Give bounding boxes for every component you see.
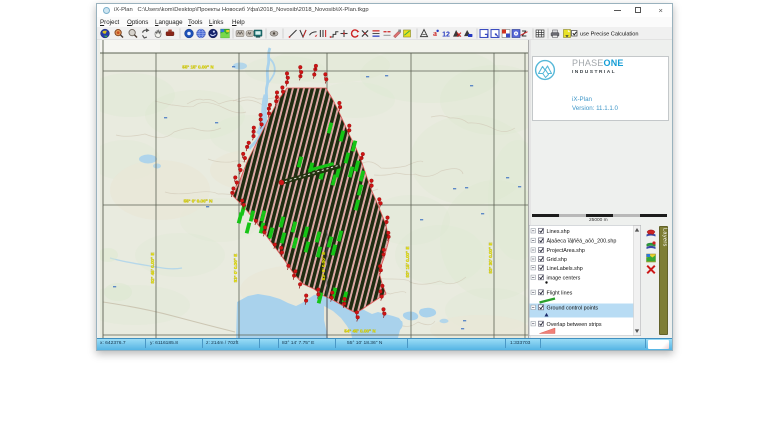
svg-text:LineLabels.shp: LineLabels.shp — [547, 266, 583, 272]
svg-text:83° 0' 0.00" E: 83° 0' 0.00" E — [321, 252, 326, 281]
svg-text:Āļaāeca īāļňēá_aōό_200.shp: Āļaāeca īāļňēá_aōό_200.shp — [547, 238, 617, 245]
svg-text:55° 15' 0.00" N: 55° 15' 0.00" N — [182, 65, 214, 70]
svg-text:Grid.shp: Grid.shp — [547, 257, 567, 263]
svg-text:use Precise Calculation: use Precise Calculation — [580, 32, 638, 38]
svg-text:12: 12 — [442, 31, 450, 38]
svg-text:ProjectArea.shp: ProjectArea.shp — [547, 248, 585, 254]
svg-text:82° 45' 0.00" E: 82° 45' 0.00" E — [150, 252, 155, 283]
svg-text:55° 0' 0.00" N: 55° 0' 0.00" N — [184, 199, 214, 204]
svg-text:Overlap between strips: Overlap between strips — [547, 322, 602, 328]
svg-text:54° 45' 0.00" N: 54° 45' 0.00" N — [344, 329, 376, 334]
svg-text:Ground control points: Ground control points — [547, 305, 599, 311]
svg-text:image centers: image centers — [547, 275, 581, 281]
svg-text:Flight lines: Flight lines — [547, 290, 573, 296]
svg-text:a: a — [433, 29, 437, 38]
svg-text:83° 0' 0.00" E: 83° 0' 0.00" E — [233, 254, 238, 283]
svg-text:83° 15' 0.00" E: 83° 15' 0.00" E — [405, 246, 410, 277]
svg-text:83° 30' 0.00" E: 83° 30' 0.00" E — [488, 242, 493, 273]
svg-text:Lines.shp: Lines.shp — [547, 229, 570, 235]
